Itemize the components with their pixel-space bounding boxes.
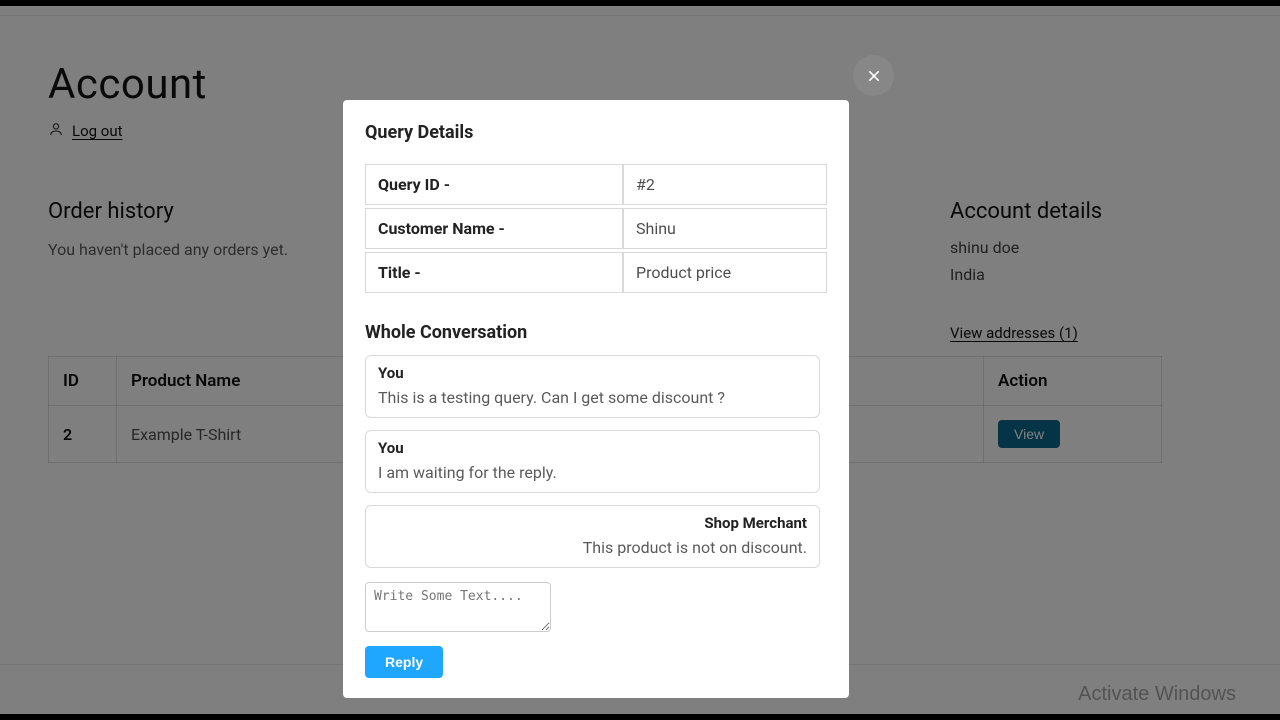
message-text: I am waiting for the reply. [378,463,807,482]
window-bottom-bar [0,714,1280,720]
reply-input[interactable] [365,582,551,632]
query-details-table: Query ID - #2 Customer Name - Shinu Titl… [365,161,827,296]
message-sender: You [378,364,807,382]
query-details-modal: Query Details Query ID - #2 Customer Nam… [343,100,849,698]
message-text: This product is not on discount. [378,538,807,557]
message-text: This is a testing query. Can I get some … [378,388,807,407]
message-you-1: You This is a testing query. Can I get s… [365,355,820,418]
windows-watermark: Activate Windows [1078,683,1236,706]
close-button[interactable] [853,55,894,96]
title-label: Title - [365,252,623,293]
message-you-2: You I am waiting for the reply. [365,430,820,493]
close-icon [866,68,882,84]
message-merchant: Shop Merchant This product is not on dis… [365,505,820,568]
message-sender: You [378,439,807,457]
conversation-heading: Whole Conversation [365,322,827,343]
query-id-label: Query ID - [365,164,623,205]
customer-name-label: Customer Name - [365,208,623,249]
title-value: Product price [623,252,827,293]
reply-button[interactable]: Reply [365,646,443,678]
customer-name-value: Shinu [623,208,827,249]
message-sender: Shop Merchant [378,514,807,532]
modal-title: Query Details [365,122,827,143]
query-id-value: #2 [623,164,827,205]
